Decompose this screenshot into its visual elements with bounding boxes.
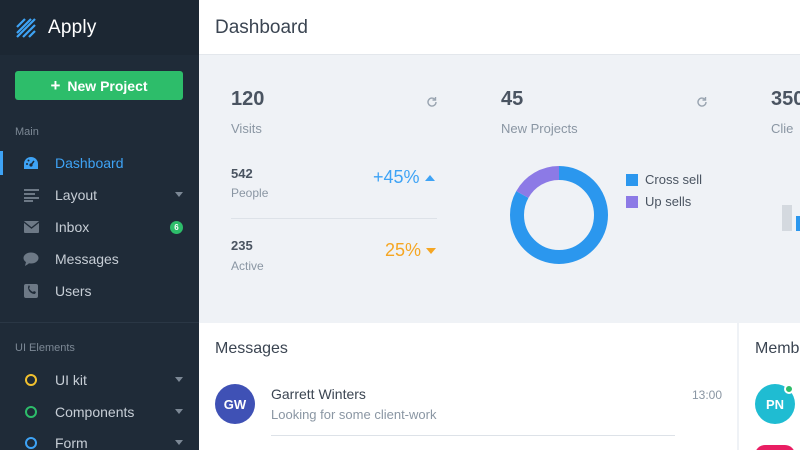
donut-chart	[510, 166, 608, 264]
messages-panel: Messages GW Garrett Winters Looking for …	[199, 323, 737, 450]
member-avatar[interactable]	[755, 445, 795, 450]
sidebar-item-messages[interactable]: Messages	[0, 243, 199, 275]
section-label-main: Main	[15, 126, 39, 138]
clients-label: Clie	[771, 121, 794, 136]
chevron-down-icon	[175, 377, 183, 382]
projects-value: 45	[501, 88, 524, 110]
people-value: 542	[231, 166, 253, 181]
brand[interactable]: Apply	[0, 0, 199, 55]
refresh-icon[interactable]	[426, 96, 438, 108]
sidebar-item-ui-kit[interactable]: UI kit	[0, 364, 199, 396]
chevron-down-icon	[175, 409, 183, 414]
chevron-down-icon	[175, 440, 183, 445]
chevron-down-icon	[175, 192, 183, 197]
sidebar-item-inbox[interactable]: Inbox 6	[0, 211, 199, 243]
sidebar-item-label: Components	[55, 404, 135, 420]
page-title: Dashboard	[215, 17, 308, 38]
clients-bar	[796, 216, 800, 231]
users-icon	[23, 283, 39, 299]
plus-icon: +	[50, 75, 61, 95]
sidebar: Apply + New Project Main Dashboard Layou…	[0, 0, 199, 450]
message-sender[interactable]: Garrett Winters	[271, 386, 366, 402]
inbox-icon	[23, 219, 39, 235]
legend-cross-sell: Cross sell	[626, 172, 702, 187]
avatar[interactable]: GW	[215, 384, 255, 424]
legend-label: Cross sell	[645, 172, 703, 187]
sidebar-item-dashboard[interactable]: Dashboard	[0, 147, 199, 179]
section-label-ui-elements: UI Elements	[15, 342, 75, 354]
people-change: +45%	[373, 167, 435, 188]
ring-icon	[23, 404, 39, 420]
active-value: 235	[231, 238, 253, 253]
sidebar-item-label: UI kit	[55, 372, 87, 388]
online-status-dot	[784, 384, 794, 394]
message-divider	[271, 435, 675, 436]
projects-label: New Projects	[501, 121, 578, 136]
layout-icon	[23, 187, 39, 203]
refresh-icon[interactable]	[696, 96, 708, 108]
visits-label: Visits	[231, 121, 262, 136]
legend-label: Up sells	[645, 194, 692, 209]
sidebar-item-layout[interactable]: Layout	[0, 179, 199, 211]
sidebar-item-label: Users	[55, 283, 92, 299]
active-label: Active	[231, 259, 264, 273]
sidebar-item-components[interactable]: Components	[0, 396, 199, 428]
new-project-label: New Project	[67, 77, 148, 94]
message-preview[interactable]: Looking for some client-work	[271, 407, 436, 422]
sidebar-item-label: Messages	[55, 251, 119, 267]
ring-icon	[23, 435, 39, 450]
new-project-button[interactable]: + New Project	[15, 71, 183, 100]
members-title: Memb	[755, 340, 800, 357]
brand-name: Apply	[48, 16, 97, 38]
arrow-down-icon	[426, 248, 437, 255]
arrow-up-icon	[424, 175, 435, 182]
dashboard-icon	[23, 155, 39, 171]
sidebar-item-label: Layout	[55, 187, 98, 203]
stats-divider	[231, 218, 437, 219]
legend-swatch	[626, 173, 638, 186]
visits-value: 120	[231, 88, 265, 110]
legend-up-sells: Up sells	[626, 194, 691, 209]
clients-bar	[782, 205, 792, 231]
active-change: 25%	[385, 240, 437, 261]
sidebar-item-label: Dashboard	[55, 155, 124, 171]
members-panel: Memb PN	[739, 323, 800, 450]
people-change-value: +45%	[373, 167, 420, 187]
active-change-value: 25%	[385, 240, 422, 260]
message-time: 13:00	[692, 388, 723, 402]
clients-value: 350	[771, 88, 800, 110]
sidebar-item-users[interactable]: Users	[0, 275, 199, 307]
inbox-count-badge: 6	[170, 221, 183, 234]
messages-title: Messages	[215, 340, 288, 357]
logo-icon	[16, 17, 36, 38]
legend-swatch	[626, 195, 638, 208]
sidebar-item-form[interactable]: Form	[0, 427, 199, 450]
sidebar-divider	[0, 322, 199, 323]
top-header: Dashboard	[199, 0, 800, 55]
people-label: People	[231, 186, 269, 200]
sidebar-item-label: Inbox	[55, 219, 90, 235]
chat-icon	[23, 251, 39, 267]
ring-icon	[23, 372, 39, 388]
sidebar-item-label: Form	[55, 435, 88, 450]
